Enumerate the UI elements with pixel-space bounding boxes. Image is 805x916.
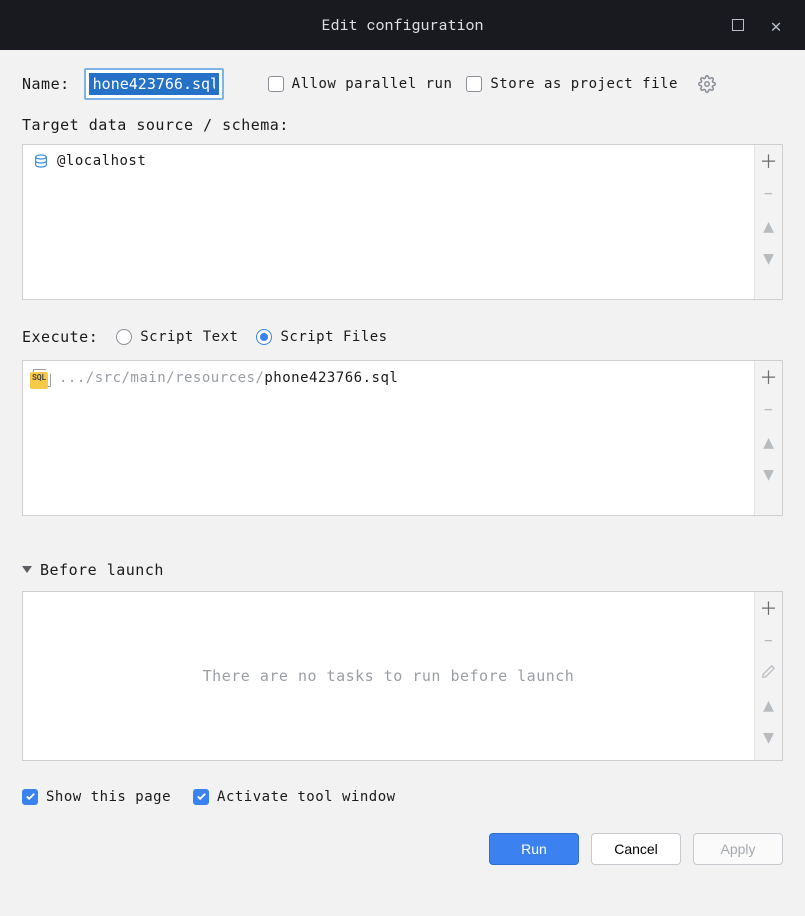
activate-tool-window-label: Activate tool window: [217, 789, 396, 805]
move-down-button[interactable]: ▼: [755, 241, 782, 273]
allow-parallel-checkbox[interactable]: Allow parallel run: [268, 76, 453, 92]
script-files-label: Script Files: [280, 329, 387, 345]
window-title: Edit configuration: [321, 15, 483, 35]
gear-icon[interactable]: [698, 75, 716, 93]
execute-label: Execute:: [22, 328, 98, 346]
run-button[interactable]: Run: [489, 833, 579, 865]
close-icon[interactable]: ✕: [767, 16, 785, 34]
remove-button[interactable]: −: [755, 177, 782, 209]
before-launch-empty: There are no tasks to run before launch: [33, 600, 744, 752]
name-label: Name:: [22, 75, 70, 93]
script-text-radio[interactable]: Script Text: [116, 329, 238, 345]
move-up-button[interactable]: ▲: [755, 209, 782, 241]
maximize-icon[interactable]: [729, 16, 747, 34]
move-down-button[interactable]: ▼: [755, 720, 782, 752]
cancel-button[interactable]: Cancel: [591, 833, 681, 865]
script-file-item[interactable]: SQL .../src/main/resources/phone423766.s…: [33, 369, 744, 387]
show-page-label: Show this page: [46, 789, 171, 805]
before-launch-panel: There are no tasks to run before launch …: [22, 591, 783, 761]
script-text-label: Script Text: [140, 329, 238, 345]
activate-tool-window-checkbox[interactable]: Activate tool window: [193, 789, 396, 805]
allow-parallel-label: Allow parallel run: [292, 76, 453, 92]
target-datasource-panel: @localhost ＋ − ▲ ▼: [22, 144, 783, 300]
remove-button[interactable]: −: [755, 393, 782, 425]
sql-file-icon: SQL: [33, 369, 51, 387]
script-files-panel: SQL .../src/main/resources/phone423766.s…: [22, 360, 783, 516]
move-up-button[interactable]: ▲: [755, 688, 782, 720]
database-icon: [33, 153, 49, 169]
remove-button[interactable]: −: [755, 624, 782, 656]
script-files-radio[interactable]: Script Files: [256, 329, 387, 345]
edit-button[interactable]: [755, 656, 782, 688]
store-project-file-checkbox[interactable]: Store as project file: [466, 76, 678, 92]
datasource-item[interactable]: @localhost: [33, 153, 744, 169]
move-down-button[interactable]: ▼: [755, 457, 782, 489]
chevron-down-icon: [22, 566, 32, 573]
store-project-file-label: Store as project file: [490, 76, 678, 92]
before-launch-expander[interactable]: Before launch: [22, 561, 164, 579]
add-button[interactable]: ＋: [755, 145, 782, 177]
name-input-wrap: [84, 68, 224, 100]
script-file-path: .../src/main/resources/phone423766.sql: [59, 370, 398, 386]
show-page-checkbox[interactable]: Show this page: [22, 789, 171, 805]
add-button[interactable]: ＋: [755, 361, 782, 393]
before-launch-title: Before launch: [40, 561, 164, 579]
apply-button: Apply: [693, 833, 783, 865]
target-datasource-label: Target data source / schema:: [22, 116, 783, 134]
datasource-name: @localhost: [57, 153, 146, 169]
add-button[interactable]: ＋: [755, 592, 782, 624]
name-input[interactable]: [89, 73, 219, 95]
move-up-button[interactable]: ▲: [755, 425, 782, 457]
